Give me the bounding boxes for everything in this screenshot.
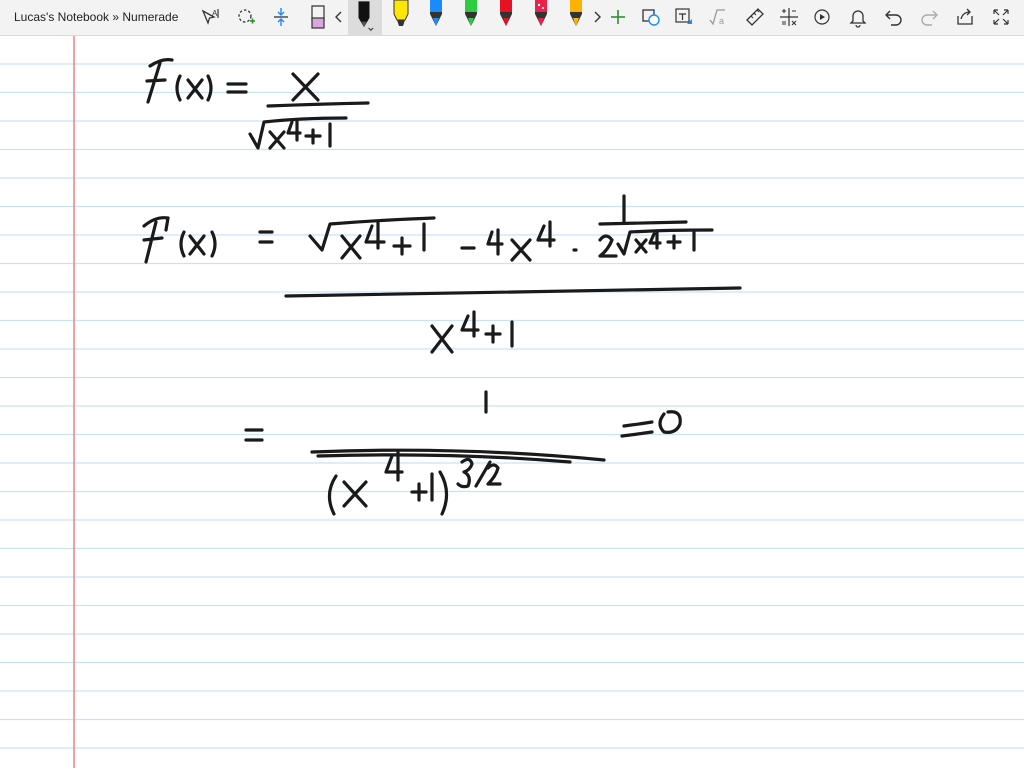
pen-green-icon[interactable] [460,0,482,30]
insert-space-icon[interactable] [270,6,292,28]
ink-equation-simplified [244,390,682,516]
replay-icon[interactable] [811,6,833,28]
scroll-left-icon[interactable] [332,6,346,28]
toolbar: Lucas's Notebook » Numerade A a [0,0,1024,36]
pen-blue-icon[interactable] [425,0,447,30]
ink-to-text-icon[interactable] [673,6,695,28]
pen-orange-icon[interactable] [565,0,587,30]
ink-equation-f-of-x [145,58,370,150]
share-icon[interactable] [954,6,976,28]
breadcrumb[interactable]: Lucas's Notebook » Numerade [14,10,178,24]
lasso-select-icon[interactable] [235,6,257,28]
pen-crimson-icon[interactable] [530,0,552,30]
expand-icon[interactable] [990,6,1012,28]
bell-icon[interactable] [847,6,869,28]
undo-icon[interactable] [883,6,905,28]
svg-text:A: A [212,9,218,18]
ink-to-shape-icon[interactable] [640,6,662,28]
pen-black-icon[interactable] [353,0,375,34]
ruler-icon[interactable] [744,6,766,28]
handwritten-ink-layer [142,58,742,516]
pen-red-icon[interactable] [495,0,517,30]
redo-icon[interactable] [918,6,940,28]
math-icon[interactable] [778,6,800,28]
ink-equation-derivative [142,194,742,354]
eraser-icon[interactable] [307,5,329,29]
type-select-icon[interactable]: A [199,6,221,28]
scroll-right-icon[interactable] [590,6,604,28]
notebook-page-canvas[interactable] [0,36,1024,768]
highlighter-yellow-icon[interactable] [390,0,412,30]
add-pen-icon[interactable] [607,6,629,28]
ink-to-math-icon[interactable]: a [707,6,729,28]
svg-text:a: a [719,16,724,26]
